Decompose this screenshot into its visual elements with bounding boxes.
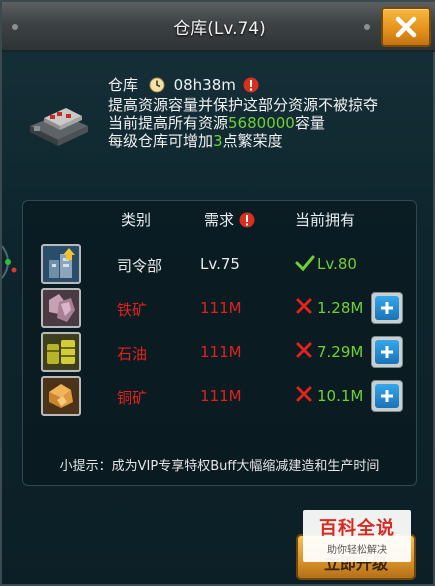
row-owned: Lv.80 — [317, 255, 357, 273]
tip-text: 小提示：成为VIP专享特权Buff大幅缩减建造和生产时间 — [59, 459, 380, 474]
watermark-subtitle: 助你轻松解决 — [327, 545, 387, 556]
header-required: 需求 — [204, 209, 255, 230]
desc2-suffix: 容量 — [294, 114, 325, 132]
row-category: 石油 — [117, 345, 148, 363]
plus-icon — [381, 390, 393, 402]
requirements-table: 类别 需求 当前拥有 司令部 Lv.75 Lv.80 铁矿 111M 1.28M… — [22, 200, 417, 486]
iron-ore-icon — [41, 288, 81, 328]
command-center-icon — [41, 244, 81, 284]
add-iron-button[interactable] — [371, 292, 403, 324]
close-button[interactable] — [381, 7, 431, 47]
copper-ore-icon — [41, 376, 81, 416]
row-category: 司令部 — [117, 257, 163, 275]
row-owned: 10.1M — [317, 387, 364, 405]
cross-icon — [296, 298, 312, 314]
upgrade-timer: 08h38m — [173, 76, 236, 94]
table-row: 石油 111M 7.29M — [23, 331, 418, 375]
alert-icon[interactable] — [239, 212, 255, 228]
checkmark-icon — [295, 255, 315, 272]
row-required: Lv.75 — [200, 255, 240, 273]
building-name: 仓库 — [108, 76, 139, 94]
add-copper-button[interactable] — [371, 380, 403, 412]
side-indicator-icon — [2, 245, 17, 279]
add-oil-button[interactable] — [371, 336, 403, 368]
desc3-prefix: 每级仓库可增加 — [108, 132, 214, 150]
warehouse-building-icon — [30, 108, 88, 146]
window-title: 仓库(Lv.74) — [173, 19, 266, 39]
row-required: 111M — [200, 343, 242, 361]
table-row: 铜矿 111M 10.1M — [23, 375, 418, 419]
plus-icon — [381, 346, 393, 358]
clock-icon — [149, 77, 165, 93]
cross-icon — [296, 342, 312, 358]
row-category: 铁矿 — [117, 301, 148, 319]
cross-icon — [296, 386, 312, 402]
row-owned: 7.29M — [317, 343, 364, 361]
desc3-suffix: 点繁荣度 — [222, 132, 283, 150]
description-line-3: 每级仓库可增加3点繁荣度 — [108, 130, 283, 151]
header-category: 类别 — [121, 211, 152, 229]
row-required: 111M — [200, 387, 242, 405]
close-x-icon — [395, 16, 417, 38]
row-required: 111M — [200, 299, 242, 317]
table-row: 铁矿 111M 1.28M — [23, 287, 418, 331]
prosperity-value: 3 — [213, 132, 223, 150]
row-category: 铜矿 — [117, 389, 148, 407]
header-required-label: 需求 — [204, 211, 235, 229]
warehouse-panel: 仓库(Lv.74) 仓库 08h38m 提高资源容量并保护这部分资源不被掠夺 当… — [0, 0, 435, 586]
plus-icon — [381, 302, 393, 314]
watermark-title: 百科全说 — [319, 518, 395, 539]
alert-icon[interactable] — [243, 77, 259, 93]
row-owned: 1.28M — [317, 299, 364, 317]
building-info: 仓库 08h38m 提高资源容量并保护这部分资源不被掠夺 当前提高所有资源568… — [2, 60, 435, 190]
building-name-line: 仓库 08h38m — [108, 74, 259, 95]
title-bar: 仓库(Lv.74) — [2, 2, 435, 52]
header-owned: 当前拥有 — [295, 211, 356, 229]
table-row: 司令部 Lv.75 Lv.80 — [23, 243, 418, 287]
oil-barrel-icon — [41, 332, 81, 372]
watermark-logo: 百科全说 助你轻松解决 — [303, 510, 411, 562]
